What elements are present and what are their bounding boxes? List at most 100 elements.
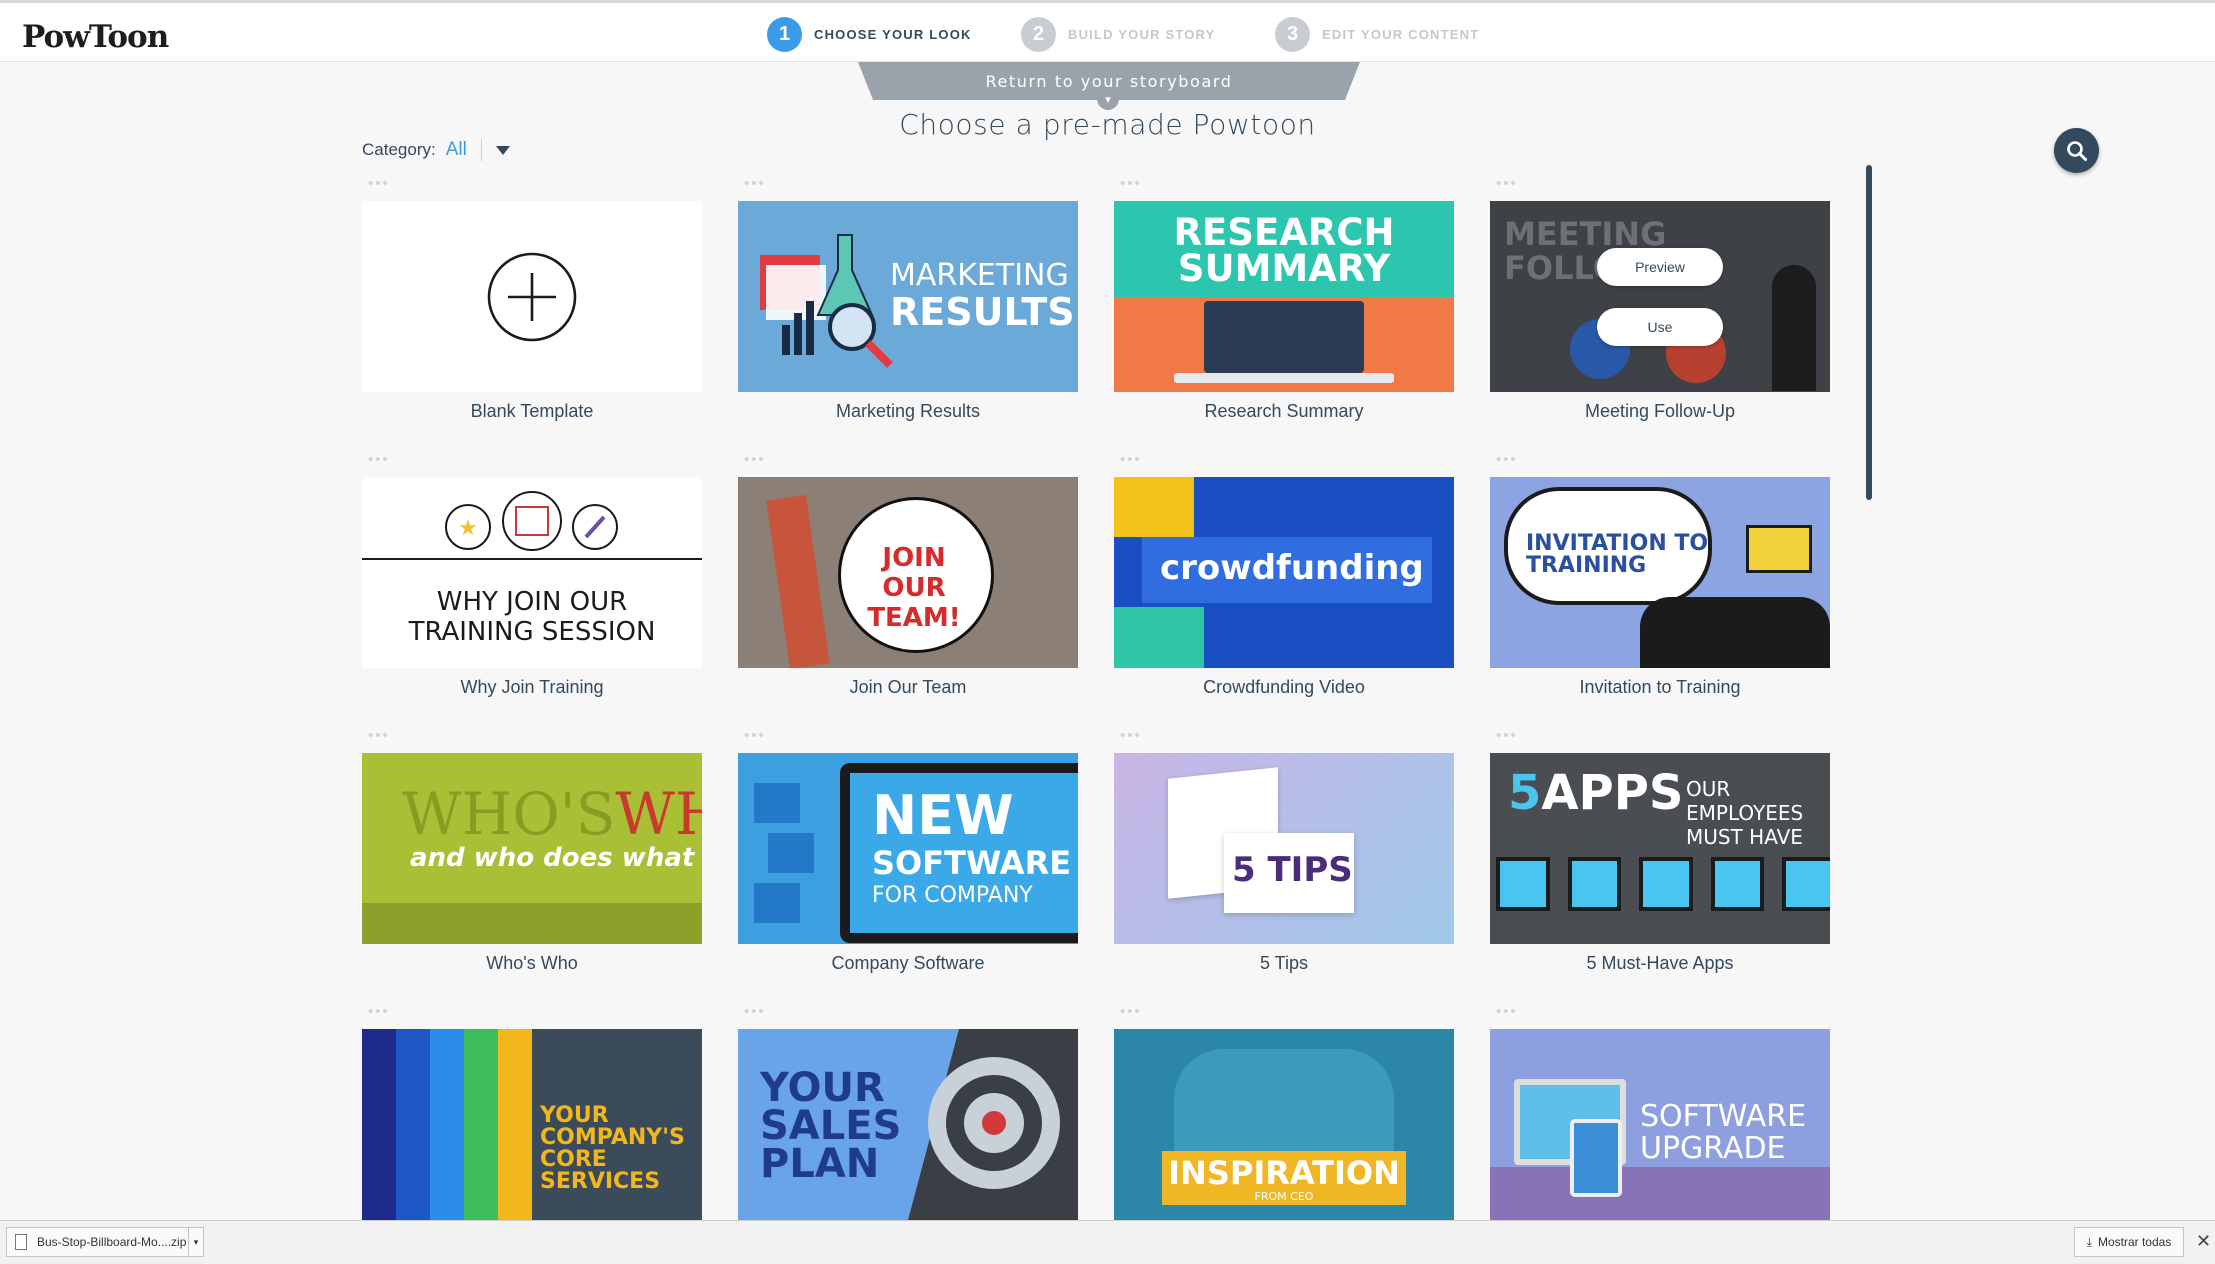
template-title: Company Software (831, 953, 985, 973)
thumb-text: YOUR COMPANY'S CORE SERVICES (540, 1103, 685, 1194)
card-menu-icon[interactable]: ••• (362, 728, 702, 753)
card-menu-icon[interactable]: ••• (738, 452, 1078, 477)
template-title: Who's Who (486, 953, 578, 973)
chart-flask-icon (760, 234, 893, 368)
template-thumbnail[interactable]: RESEARCH SUMMARY (1114, 201, 1454, 392)
target-icon (928, 1057, 1060, 1189)
card-menu-icon[interactable]: ••• (738, 1004, 1078, 1029)
template-card-5-tips[interactable]: ••• 5 TIPS 5 Tips (1114, 728, 1454, 974)
card-menu-icon[interactable]: ••• (1490, 728, 1830, 753)
template-thumbnail[interactable]: INVITATION TO TRAINING (1490, 477, 1830, 668)
card-menu-icon[interactable]: ••• (1490, 452, 1830, 477)
thumb-text: YOUR SALES PLAN (760, 1065, 902, 1187)
card-menu-icon[interactable]: ••• (1490, 1004, 1830, 1029)
thumb-text: 5APPS (1508, 765, 1684, 821)
template-card-company-software[interactable]: ••• NEW SOFTWARE FOR COMPANY Company Sof… (738, 728, 1078, 974)
card-menu-icon[interactable]: ••• (1114, 176, 1454, 201)
thumb-text: FOR COMPANY (872, 883, 1033, 908)
template-title: Join Our Team (849, 677, 967, 697)
step-choose-look[interactable]: 1 CHOOSE YOUR LOOK (767, 16, 972, 52)
template-thumbnail[interactable]: JOIN OUR TEAM! (738, 477, 1078, 668)
template-card-research-summary[interactable]: ••• RESEARCH SUMMARY Research Summary (1114, 176, 1454, 422)
template-card-marketing-results[interactable]: ••• MARKETING RESULTS Marketing Results (738, 176, 1078, 422)
category-label: Category: (362, 140, 436, 159)
template-thumbnail[interactable]: MEETING FOLLO Preview Use (1490, 201, 1830, 392)
stripe (430, 1029, 464, 1220)
thumb-text: RESULTS (890, 290, 1075, 334)
template-thumbnail[interactable]: YOUR SALES PLAN (738, 1029, 1078, 1220)
download-item[interactable]: Bus-Stop-Billboard-Mo....zip ▾ (6, 1227, 204, 1257)
ruler-art (766, 495, 830, 668)
download-bar: Bus-Stop-Billboard-Mo....zip ▾ ⤓ Mostrar… (0, 1220, 2215, 1264)
step-edit-content[interactable]: 3 EDIT YOUR CONTENT (1275, 16, 1479, 52)
template-card-why-join-training[interactable]: ••• ★ WHY JOIN OUR TRAINING SESSION Why J… (362, 452, 702, 698)
step-number: 1 (767, 16, 802, 52)
gift-icon (754, 783, 800, 823)
search-icon (2066, 140, 2087, 161)
card-menu-icon[interactable]: ••• (1114, 728, 1454, 753)
template-card-join-our-team[interactable]: ••• JOIN OUR TEAM! Join Our Team (738, 452, 1078, 698)
card-menu-icon[interactable]: ••• (362, 1004, 702, 1029)
show-all-downloads-button[interactable]: ⤓ Mostrar todas (2074, 1227, 2184, 1257)
thumb-text: NEW (872, 784, 1014, 847)
thumb-text: SOFTWARE (872, 844, 1072, 882)
scrollbar[interactable] (1866, 165, 1872, 500)
template-thumbnail[interactable]: WHO'SWHO and who does what (362, 753, 702, 944)
template-thumbnail[interactable] (362, 201, 702, 392)
template-card-crowdfunding[interactable]: ••• crowdfunding Crowdfunding Video (1114, 452, 1454, 698)
template-thumbnail[interactable]: crowdfunding (1114, 477, 1454, 668)
step-number: 2 (1021, 16, 1056, 52)
card-menu-icon[interactable]: ••• (738, 176, 1078, 201)
template-card-inspiration[interactable]: ••• INSPIRATION FROM CEO (1114, 1004, 1454, 1229)
template-card-software-upgrade[interactable]: ••• SOFTWARE UPGRADE (1490, 1004, 1830, 1229)
card-menu-icon[interactable]: ••• (738, 728, 1078, 753)
card-menu-icon[interactable]: ••• (1490, 176, 1830, 201)
template-card-core-services[interactable]: ••• YOUR COMPANY'S CORE SERVICES (362, 1004, 702, 1229)
stripe (464, 1029, 498, 1220)
divider (480, 139, 482, 161)
step-build-story[interactable]: 2 BUILD YOUR STORY (1021, 16, 1216, 52)
show-all-label: Mostrar todas (2097, 1235, 2172, 1249)
template-title: 5 Must-Have Apps (1586, 953, 1734, 973)
top-bar: PowToon 1 CHOOSE YOUR LOOK 2 BUILD YOUR … (0, 0, 2215, 62)
template-card-blank[interactable]: ••• Blank Template (362, 176, 702, 422)
caret-down-icon[interactable] (495, 145, 510, 155)
template-thumbnail[interactable]: MARKETING RESULTS (738, 201, 1078, 392)
thumb-text: FROM CEO (1254, 1190, 1314, 1203)
template-thumbnail[interactable]: 5 TIPS (1114, 753, 1454, 944)
template-card-sales-plan[interactable]: ••• YOUR SALES PLAN (738, 1004, 1078, 1229)
preview-button[interactable]: Preview (1597, 248, 1723, 286)
template-card-5-apps[interactable]: ••• 5APPS OUR EMPLOYEES MUST HAVE 5 Must-… (1490, 728, 1830, 974)
thumb-text: INSPIRATION (1168, 1154, 1400, 1192)
template-thumbnail[interactable]: NEW SOFTWARE FOR COMPANY (738, 753, 1078, 944)
template-card-whos-who[interactable]: ••• WHO'SWHO and who does what Who's Who (362, 728, 702, 974)
money-bag-icon (754, 883, 800, 923)
card-menu-icon[interactable]: ••• (362, 452, 702, 477)
chevron-down-icon[interactable]: ▾ (188, 1228, 203, 1256)
template-card-invitation-training[interactable]: ••• INVITATION TO TRAINING Invitation to… (1490, 452, 1830, 698)
template-thumbnail[interactable]: ★ WHY JOIN OUR TRAINING SESSION (362, 477, 702, 668)
thumb-shape (1114, 607, 1204, 668)
template-card-meeting-follow-up[interactable]: ••• MEETING FOLLO Preview Use Meeting Fol… (1490, 176, 1830, 422)
laptop-base (1174, 373, 1394, 383)
template-thumbnail[interactable]: 5APPS OUR EMPLOYEES MUST HAVE (1490, 753, 1830, 944)
step-label: BUILD YOUR STORY (1068, 26, 1216, 42)
tablet-art (1570, 1119, 1622, 1197)
category-value[interactable]: All (446, 139, 467, 161)
stripe (396, 1029, 430, 1220)
template-thumbnail[interactable]: YOUR COMPANY'S CORE SERVICES (362, 1029, 702, 1220)
search-button[interactable] (2054, 128, 2099, 173)
close-icon[interactable]: ✕ (2196, 1231, 2211, 1252)
category-filter: Category: All (362, 139, 510, 161)
template-thumbnail[interactable]: SOFTWARE UPGRADE (1490, 1029, 1830, 1220)
step-label: EDIT YOUR CONTENT (1322, 26, 1480, 42)
template-thumbnail[interactable]: INSPIRATION FROM CEO (1114, 1029, 1454, 1220)
card-menu-icon[interactable]: ••• (362, 176, 702, 201)
step-label: CHOOSE YOUR LOOK (814, 26, 972, 42)
card-menu-icon[interactable]: ••• (1114, 1004, 1454, 1029)
use-button[interactable]: Use (1597, 308, 1723, 346)
card-menu-icon[interactable]: ••• (1114, 452, 1454, 477)
download-icon: ⤓ (2086, 1234, 2092, 1249)
template-title: 5 Tips (1259, 953, 1309, 973)
powtoon-logo[interactable]: PowToon (22, 19, 169, 55)
